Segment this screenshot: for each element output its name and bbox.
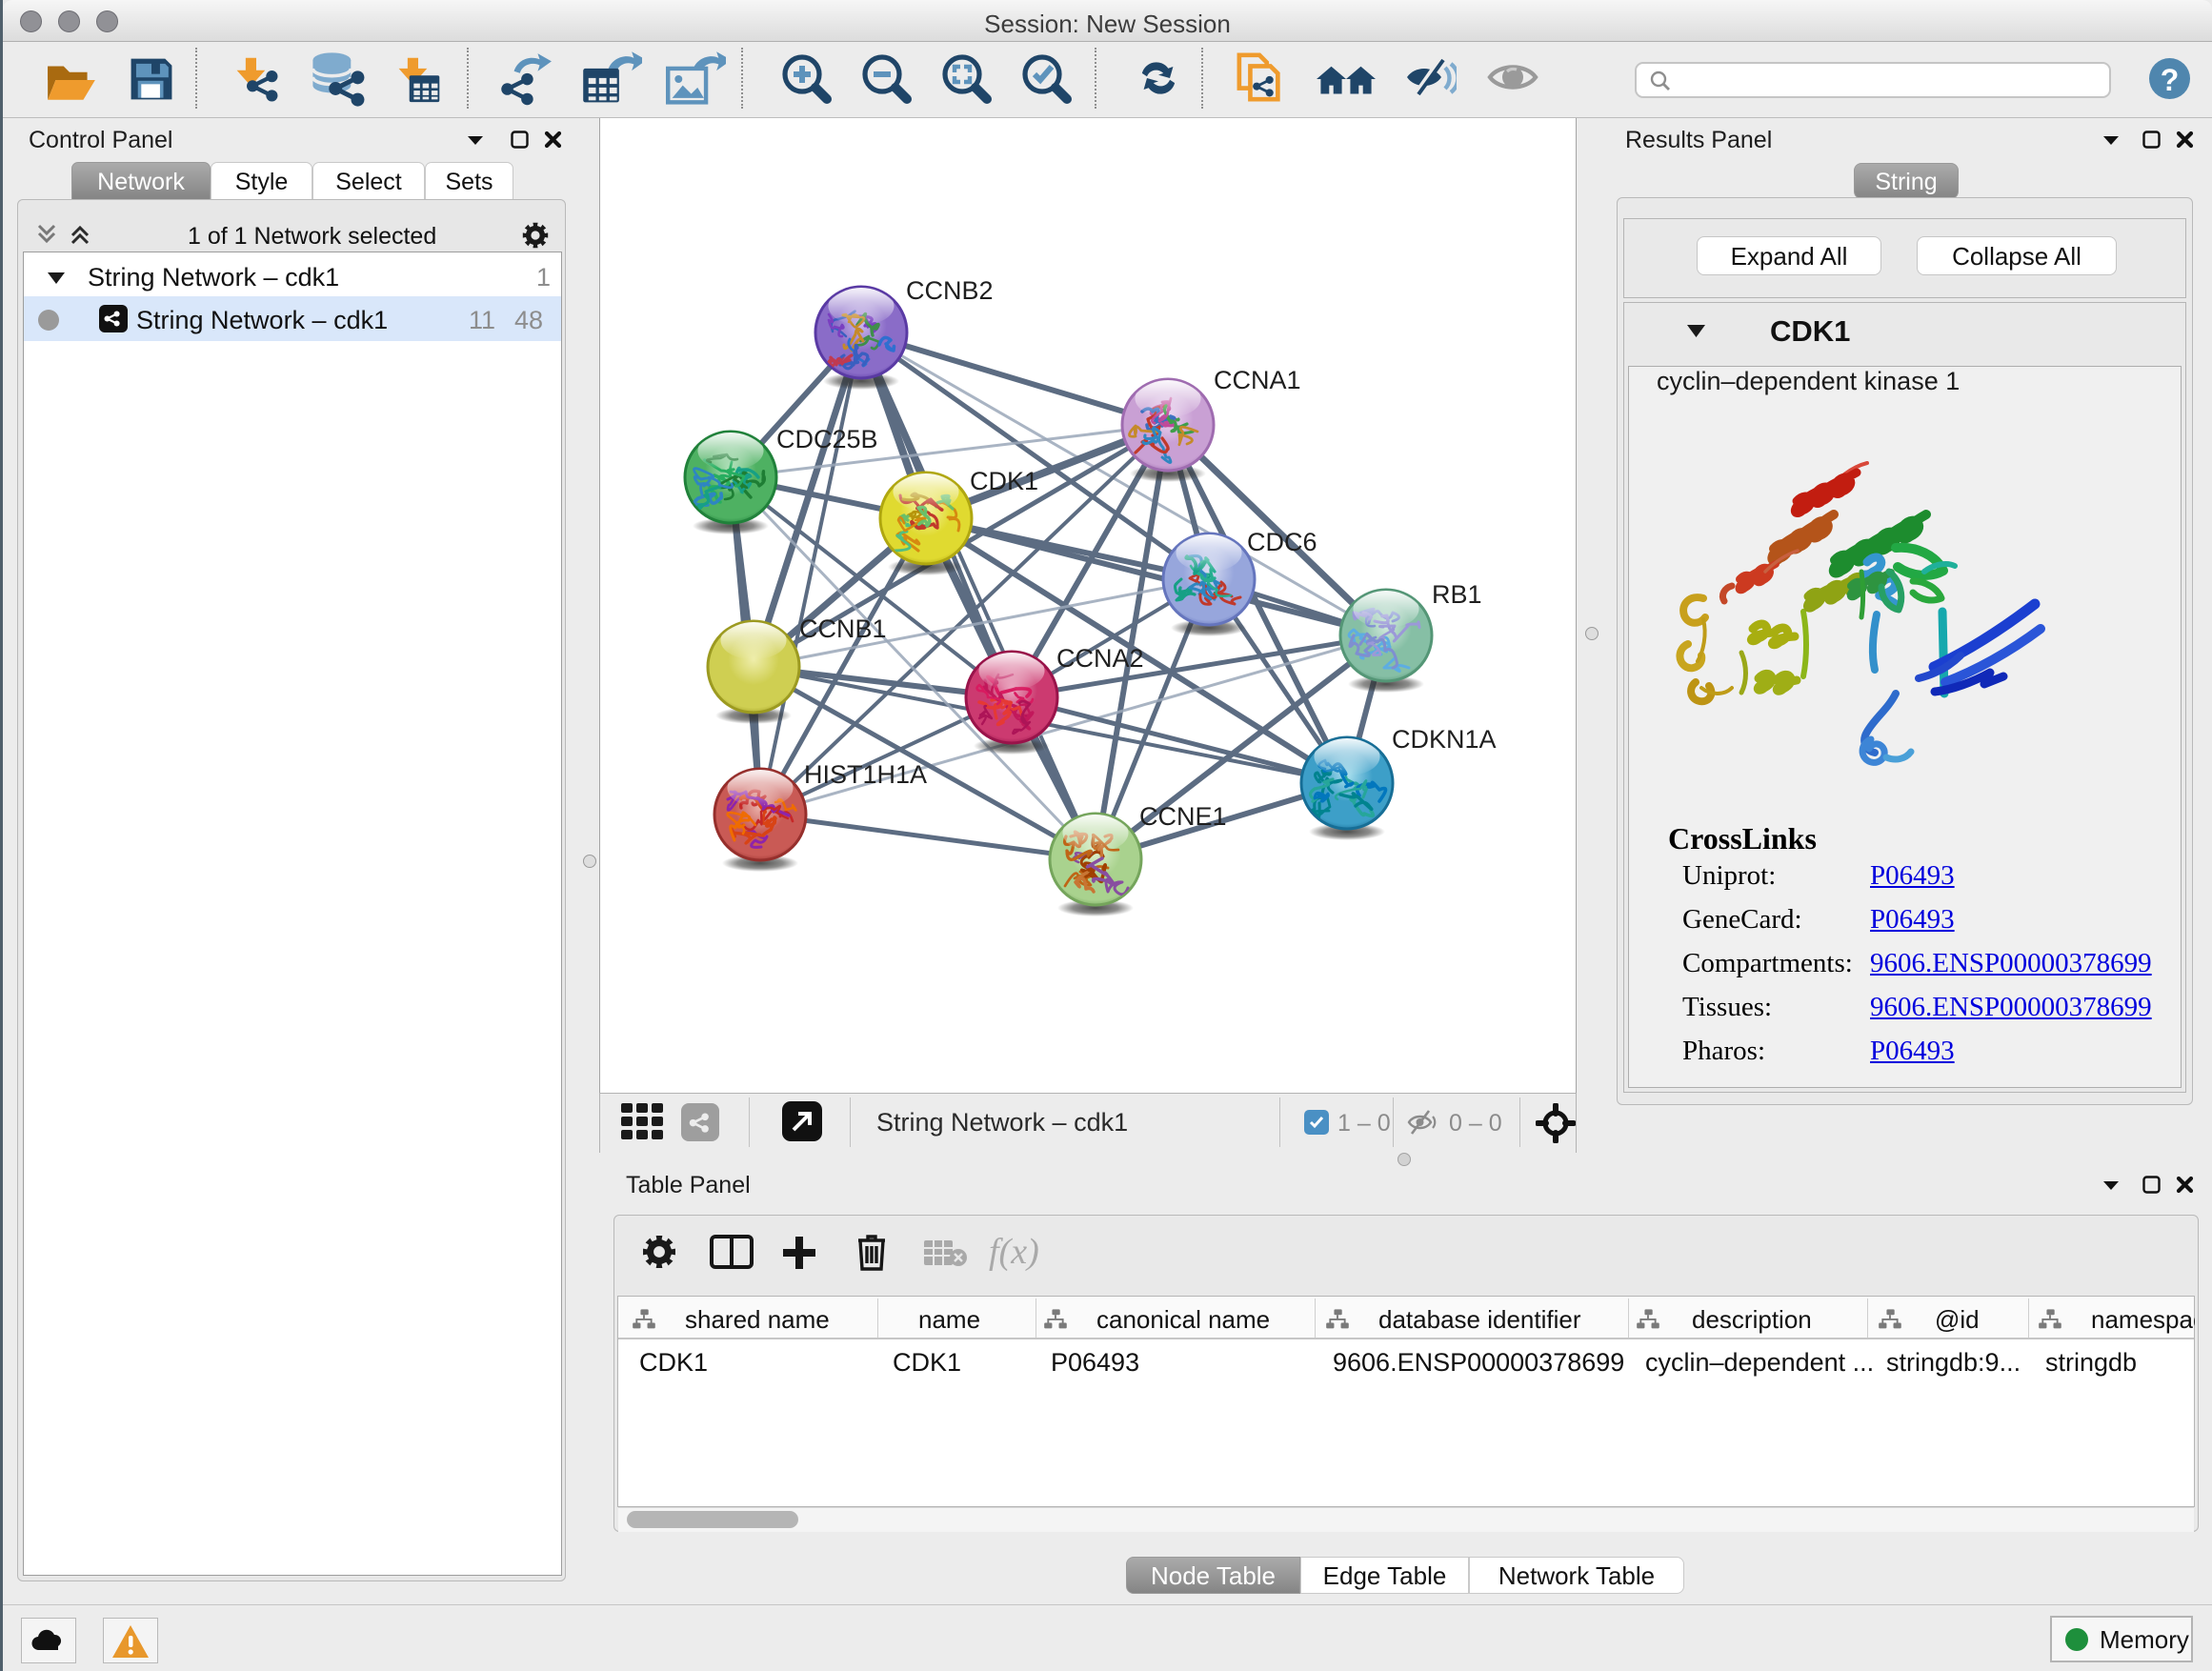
svg-text:HIST1H1A: HIST1H1A xyxy=(804,760,927,789)
svg-text:RB1: RB1 xyxy=(1432,580,1482,609)
svg-text:CCNA2: CCNA2 xyxy=(1056,644,1144,673)
svg-text:CCNE1: CCNE1 xyxy=(1139,802,1227,831)
svg-text:CCNB2: CCNB2 xyxy=(906,276,994,305)
svg-text:CCNB1: CCNB1 xyxy=(799,614,887,643)
svg-text:CDC6: CDC6 xyxy=(1247,528,1317,556)
svg-text:CDC25B: CDC25B xyxy=(776,425,878,453)
svg-text:CDK1: CDK1 xyxy=(970,467,1038,495)
svg-text:CCNA1: CCNA1 xyxy=(1214,366,1301,394)
svg-text:CDKN1A: CDKN1A xyxy=(1392,725,1497,754)
